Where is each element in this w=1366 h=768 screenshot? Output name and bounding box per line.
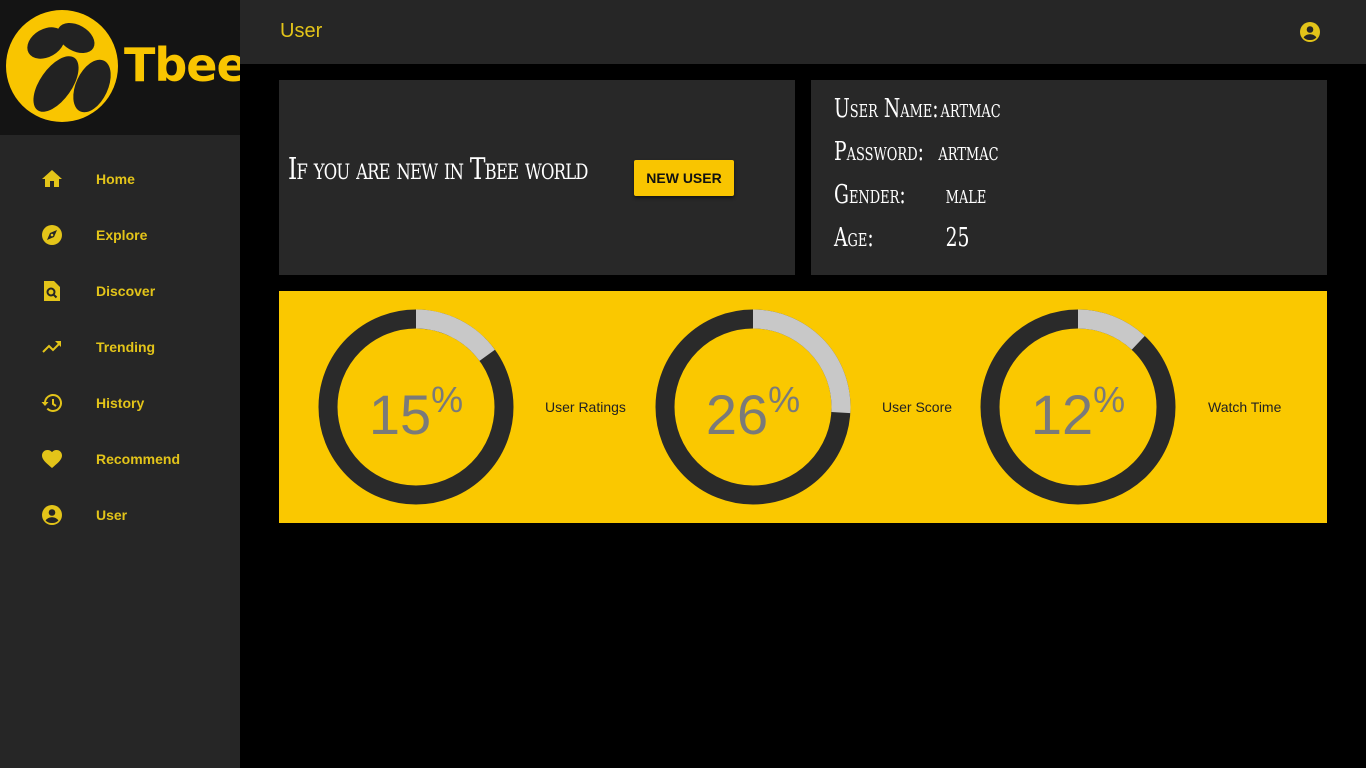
brand-name: Tbee [124,38,240,92]
user-info-card: User Name: artmac Password: artmac Gende… [811,80,1327,275]
app-header: User [240,0,1366,64]
account-circle-icon [42,505,62,525]
logo[interactable]: Tbee [0,0,240,135]
sidebar-nav: Home Explore Discover Trending History R… [0,151,240,543]
gauge-label: User Score [882,399,953,415]
info-row-age: Age: 25 [834,223,969,253]
sidebar-item-label: Trending [96,339,156,355]
info-value: male [945,180,987,210]
percent-sign: % [1093,379,1126,420]
gauge-watch-time: 12% [980,309,1176,505]
gauge-value: 12 [1030,383,1094,446]
info-label: Password: [834,137,924,167]
gauge-value: 26 [705,383,769,446]
gauge-percent: 26% [655,379,851,447]
new-user-button[interactable]: NEW USER [634,160,734,196]
find-in-page-icon [44,281,60,301]
info-row-username: User Name: artmac [834,94,1001,124]
gauge-value: 15 [368,383,432,446]
history-icon [41,394,62,412]
sidebar-item-home[interactable]: Home [0,151,240,207]
info-value: artmac [940,94,1001,124]
sidebar-item-label: Recommend [96,451,181,467]
gauge-percent: 15% [318,379,514,447]
sidebar-item-label: User [96,507,128,523]
percent-sign: % [431,379,464,420]
info-label: Age: [834,223,874,253]
info-label: User Name: [834,94,939,124]
gauge-user-ratings: 15% [318,309,514,505]
info-label: Gender: [834,180,906,210]
sidebar-item-label: Explore [96,227,148,243]
sidebar-item-label: Home [96,171,135,187]
gauge-user-score: 26% [655,309,851,505]
sidebar-item-recommend[interactable]: Recommend [0,431,240,487]
page-title: User [280,20,323,42]
sidebar-item-explore[interactable]: Explore [0,207,240,263]
percent-sign: % [768,379,801,420]
info-row-gender: Gender: male [834,180,986,210]
stats-panel: 15% User Ratings 26% User Score 12% Watc… [279,291,1327,523]
compass-icon [42,225,62,245]
sidebar-item-discover[interactable]: Discover [0,263,240,319]
gauge-percent: 12% [980,379,1176,447]
sidebar-item-history[interactable]: History [0,375,240,431]
info-row-password: Password: artmac [834,137,998,167]
info-value: artmac [938,137,999,167]
sidebar: Tbee Home Explore Discover Trending Hist… [0,0,240,768]
sidebar-item-trending[interactable]: Trending [0,319,240,375]
gauge-label: User Ratings [545,399,626,415]
info-value: 25 [945,223,970,253]
new-user-card: If you are new in Tbee world NEW USER [279,80,795,275]
gauge-label: Watch Time [1208,399,1282,415]
trending-up-icon [42,341,61,353]
promo-text: If you are new in Tbee world [288,152,588,187]
sidebar-item-user[interactable]: User [0,487,240,543]
heart-icon [42,450,62,468]
sidebar-item-label: History [96,395,145,411]
sidebar-item-label: Discover [96,283,156,299]
home-icon [42,170,62,187]
account-circle-icon[interactable] [1298,20,1322,44]
